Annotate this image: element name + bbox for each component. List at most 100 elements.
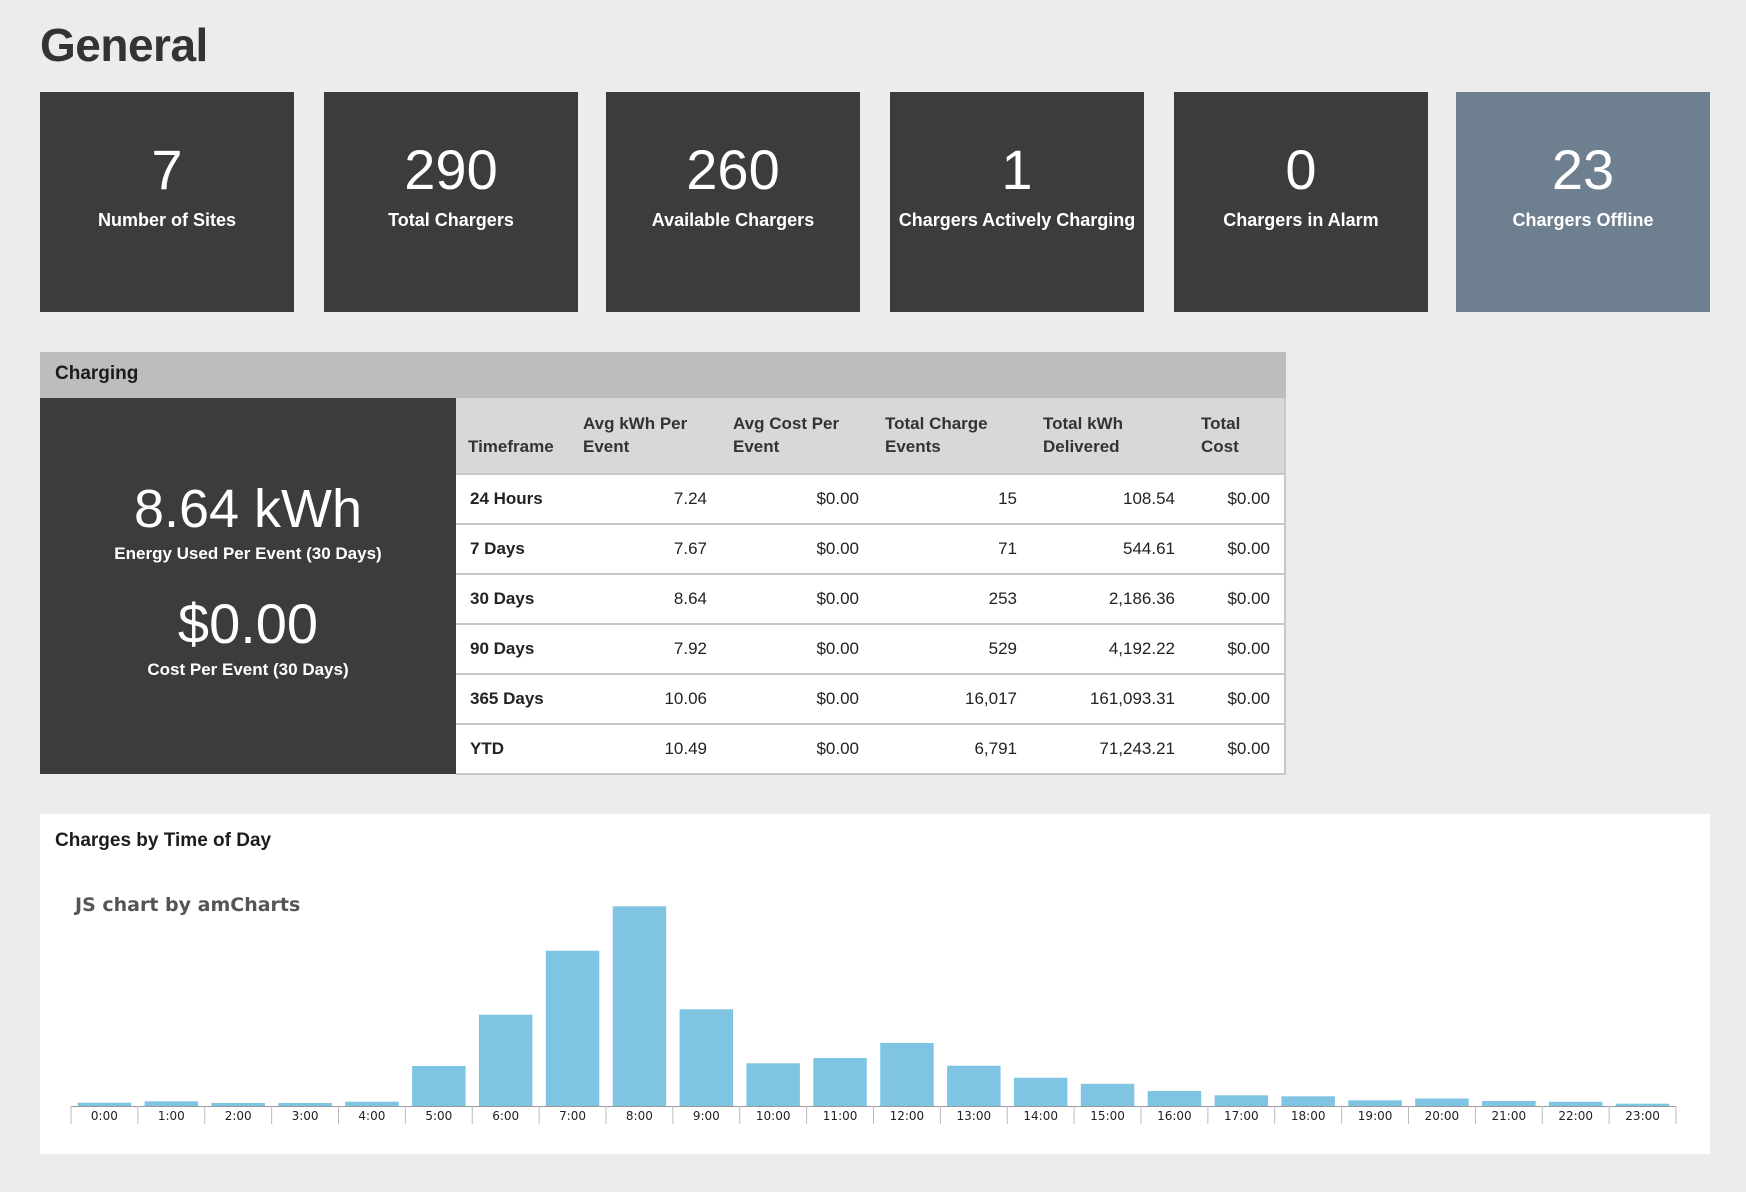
chart-bar[interactable] [345, 1101, 399, 1106]
x-axis-tick-label: 9:00 [693, 1109, 720, 1123]
x-axis-tick-label: 2:00 [225, 1109, 252, 1123]
total-events-cell: 15 [873, 473, 1031, 524]
stat-card-sites[interactable]: 7 Number of Sites [40, 92, 294, 312]
table-header-row: Timeframe Avg kWh Per Event Avg Cost Per… [456, 398, 1285, 474]
x-axis-tick-label: 16:00 [1157, 1109, 1192, 1123]
timeframe-cell: 7 Days [456, 523, 571, 574]
x-axis-tick-label: 7:00 [559, 1109, 586, 1123]
x-axis-tick-label: 18:00 [1291, 1109, 1326, 1123]
total-cost-cell: $0.00 [1189, 473, 1285, 524]
total-events-cell: 71 [873, 523, 1031, 574]
x-axis-tick-label: 19:00 [1358, 1109, 1393, 1123]
chart-bar[interactable] [1482, 1101, 1536, 1106]
cost-per-event-label: Cost Per Event (30 Days) [147, 660, 349, 679]
x-axis-tick-label: 22:00 [1558, 1109, 1593, 1123]
chart-bar[interactable] [1080, 1083, 1135, 1106]
column-header: Total kWh Delivered [1043, 414, 1123, 456]
chart-bar[interactable] [1013, 1077, 1068, 1106]
chart-bar[interactable] [679, 1009, 734, 1106]
stat-card-in-alarm[interactable]: 0 Chargers in Alarm [1174, 92, 1428, 312]
page-title: General [40, 19, 208, 71]
x-axis-tick-label: 21:00 [1492, 1109, 1527, 1123]
total-cost-cell: $0.00 [1189, 573, 1285, 624]
total-events-cell: 16,017 [873, 673, 1031, 724]
x-axis-tick-label: 1:00 [158, 1109, 185, 1123]
stat-value: 23 [1551, 138, 1615, 201]
total-kwh-cell: 544.61 [1031, 523, 1189, 574]
column-header: Total Cost [1201, 414, 1241, 456]
total-cost-cell: $0.00 [1189, 623, 1285, 674]
avg-cost-cell: $0.00 [721, 473, 873, 524]
avg-cost-cell: $0.00 [721, 623, 873, 674]
stat-value: 0 [1285, 138, 1317, 201]
charging-section-title: Charging [40, 352, 1286, 398]
timeframe-cell: 90 Days [456, 623, 571, 674]
table-row: 30 Days 8.64 $0.00 253 2,186.36 $0.00 [456, 573, 1285, 624]
chart-bar[interactable] [1348, 1100, 1402, 1106]
energy-per-event-label: Energy Used Per Event (30 Days) [114, 544, 382, 563]
stat-label: Chargers Offline [1512, 210, 1654, 230]
chart-bar[interactable] [813, 1058, 867, 1106]
avg-cost-cell: $0.00 [721, 523, 873, 574]
x-axis-tick-label: 20:00 [1425, 1109, 1460, 1123]
chart-bar[interactable] [1281, 1096, 1335, 1106]
stat-value: 260 [686, 138, 780, 201]
chart-bar[interactable] [612, 906, 667, 1106]
table-row: 365 Days 10.06 $0.00 16,017 161,093.31 $… [456, 673, 1285, 724]
chart-bar[interactable] [211, 1103, 265, 1106]
total-kwh-cell: 108.54 [1031, 473, 1189, 524]
column-header: Timeframe [468, 437, 554, 456]
x-axis-tick-label: 8:00 [626, 1109, 653, 1123]
x-axis-tick-label: 14:00 [1023, 1109, 1058, 1123]
charges-by-time-panel: Charges by Time of Day JS chart by amCha… [40, 814, 1710, 1154]
chart-bar[interactable] [478, 1014, 533, 1106]
timeframe-cell: 24 Hours [456, 473, 571, 524]
charging-table: Timeframe Avg kWh Per Event Avg Cost Per… [456, 398, 1286, 775]
total-kwh-cell: 4,192.22 [1031, 623, 1189, 674]
chart-bar[interactable] [77, 1102, 132, 1106]
stat-label: Number of Sites [97, 210, 237, 230]
chart-bar[interactable] [880, 1043, 934, 1106]
avg-kwh-cell: 10.49 [571, 723, 721, 775]
total-kwh-cell: 71,243.21 [1031, 723, 1189, 775]
avg-kwh-cell: 10.06 [571, 673, 721, 724]
stat-label: Available Chargers [651, 210, 815, 230]
chart-bar[interactable] [1548, 1101, 1603, 1106]
x-axis-tick-label: 4:00 [358, 1109, 385, 1123]
table-row: 90 Days 7.92 $0.00 529 4,192.22 $0.00 [456, 623, 1285, 674]
timeframe-cell: 30 Days [456, 573, 571, 624]
stat-card-actively-charging[interactable]: 1 Chargers Actively Charging [890, 92, 1144, 312]
x-axis-tick-label: 13:00 [957, 1109, 992, 1123]
x-axis-tick-label: 6:00 [492, 1109, 519, 1123]
total-kwh-cell: 161,093.31 [1031, 673, 1189, 724]
chart-bar[interactable] [412, 1066, 466, 1106]
x-axis-tick-label: 10:00 [756, 1109, 791, 1123]
chart-bar[interactable] [144, 1101, 199, 1106]
chart-bar[interactable] [278, 1103, 332, 1106]
chart-bar[interactable] [1615, 1103, 1670, 1106]
charges-by-time-chart: 0:00 1:00 2:00 3:00 4:00 5:00 6:00 7:00 8:00 9:00… [70, 906, 1677, 1124]
avg-kwh-cell: 7.24 [571, 473, 721, 524]
x-axis-tick-label: 11:00 [823, 1109, 858, 1123]
column-header: Avg kWh Per Event [583, 414, 688, 456]
chart-bar[interactable] [1147, 1091, 1202, 1106]
energy-per-event-value: 8.64 kWh [133, 479, 363, 539]
avg-kwh-cell: 7.92 [571, 623, 721, 674]
chart-bar[interactable] [1415, 1098, 1469, 1107]
timeframe-cell: 365 Days [456, 673, 571, 724]
chart-bar[interactable] [947, 1065, 1001, 1106]
stat-card-offline[interactable]: 23 Chargers Offline [1456, 92, 1710, 312]
stat-card-available-chargers[interactable]: 260 Available Chargers [606, 92, 860, 312]
chart-bar[interactable] [545, 950, 600, 1106]
chart-bar[interactable] [1214, 1095, 1269, 1106]
chart-bar[interactable] [746, 1063, 800, 1106]
stat-value: 1 [1001, 138, 1033, 201]
x-axis-tick-label: 5:00 [425, 1109, 452, 1123]
total-events-cell: 253 [873, 573, 1031, 624]
total-cost-cell: $0.00 [1189, 523, 1285, 574]
table-row: 7 Days 7.67 $0.00 71 544.61 $0.00 [456, 523, 1285, 574]
stat-card-total-chargers[interactable]: 290 Total Chargers [324, 92, 578, 312]
timeframe-cell: YTD [456, 723, 571, 775]
stat-label: Chargers in Alarm [1223, 210, 1379, 230]
avg-cost-cell: $0.00 [721, 673, 873, 724]
